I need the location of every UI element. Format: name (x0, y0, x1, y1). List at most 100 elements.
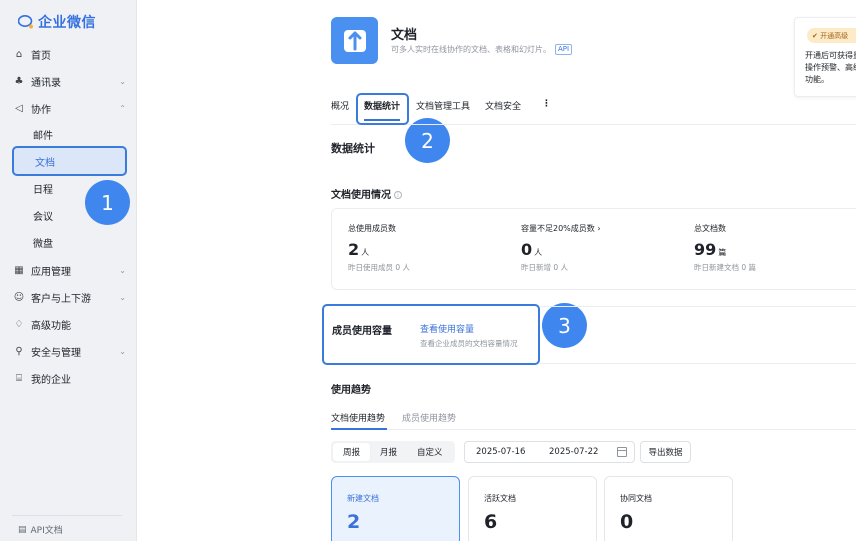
sidebar-item-label: 高级功能 (31, 320, 71, 332)
sidebar-item-customers[interactable]: ☺ 客户与上下游 ⌄ (12, 286, 130, 308)
metric-label: 协同文档 (620, 494, 652, 503)
sidebar-subitem-drive[interactable]: 微盘 (33, 232, 53, 252)
metric-value: 2 (347, 511, 361, 533)
upgrade-label: 开通高级 (820, 31, 849, 40)
chevron-down-icon: ⌄ (119, 76, 126, 86)
sidebar-subitem-meeting[interactable]: 会议 (33, 205, 53, 225)
stat-value-row: 0人 (521, 240, 601, 259)
brand-name: 企业微信 (38, 15, 96, 31)
tab-overview[interactable]: 概况 (331, 99, 349, 112)
tab-doc-trend[interactable]: 文档使用趋势 (331, 411, 385, 424)
chevron-down-icon: ⌄ (119, 265, 126, 275)
view-capacity-link[interactable]: 查看使用容量 (420, 322, 474, 335)
stat-total-members: 总使用成员数 2人 昨日使用成员 0 人 (348, 223, 410, 273)
sidebar-item-label: 协作 (31, 104, 51, 116)
stat-value-row: 99 篇 (694, 240, 756, 259)
promo-text: 开通后可获得量操作预警、高级功能。 (805, 51, 856, 84)
date-start: 2025-07-16 (476, 447, 526, 457)
page-description: 可多人实时在线协作的文档、表格和幻灯片。 API (391, 44, 573, 55)
more-icon[interactable]: ⋮ (542, 99, 551, 109)
tab-member-trend[interactable]: 成员使用趋势 (402, 411, 456, 424)
usage-title-text: 文档使用情况 (331, 190, 391, 201)
capacity-description: 查看企业成员的文档容量情况 (420, 339, 518, 348)
usage-title: 文档使用情况 i (331, 186, 402, 201)
metric-label: 新建文档 (347, 494, 379, 503)
capacity-card-background (540, 306, 856, 364)
stat-unit: 篇 (718, 248, 727, 257)
collab-icon: ◁ (15, 102, 23, 114)
trend-tabs-divider (331, 429, 856, 430)
stat-total-docs: 总文档数 99 篇 昨日新建文档 0 篇 (694, 223, 756, 273)
stat-value-row: 2人 (348, 240, 410, 259)
sidebar-item-company[interactable]: ⌸ 我的企业 (12, 367, 130, 389)
calendar-icon (617, 447, 627, 457)
metric-card-active-docs[interactable]: 活跃文档 6 (468, 476, 597, 541)
period-weekly[interactable]: 周报 (333, 443, 371, 461)
sidebar-item-label: 客户与上下游 (31, 293, 91, 305)
home-icon: ⌂ (15, 48, 23, 60)
docs-logo-icon (343, 29, 366, 52)
step-badge-1: 1 (85, 180, 130, 225)
metric-card-collab-docs[interactable]: 协同文档 0 (604, 476, 733, 541)
period-custom[interactable]: 自定义 (407, 443, 453, 461)
tabs-divider (331, 124, 856, 125)
stat-value: 99 (694, 240, 717, 259)
chevron-down-icon: ⌄ (119, 346, 126, 356)
chevron-down-icon: ⌄ (119, 292, 126, 302)
upgrade-button[interactable]: ✔ 开通高级 (807, 28, 856, 43)
stat-sub: 昨日新建文档 0 篇 (694, 263, 757, 272)
api-docs-link[interactable]: ▤ API文档 (18, 523, 63, 537)
metric-value: 0 (620, 511, 634, 533)
sidebar-subitem-mail[interactable]: 邮件 (33, 124, 53, 144)
sidebar-item-label: 我的企业 (31, 374, 71, 386)
stat-value: 0 (521, 240, 533, 259)
trend-title: 使用趋势 (331, 385, 371, 396)
advanced-icon: ♢ (14, 318, 24, 330)
metric-card-new-docs[interactable]: 新建文档 2 (331, 476, 460, 541)
period-selector: 周报 月报 自定义 (331, 441, 455, 463)
sidebar-item-contacts[interactable]: ♣ 通讯录 ⌄ (12, 70, 130, 92)
page-title: 文档 (391, 28, 418, 43)
chevron-up-icon: ⌃ (119, 103, 126, 113)
sidebar-item-label: 安全与管理 (31, 347, 81, 359)
sidebar-item-home[interactable]: ⌂ 首页 (12, 43, 130, 65)
sidebar-item-apps[interactable]: ▦ 应用管理 ⌄ (12, 259, 130, 281)
metric-value: 6 (484, 511, 498, 533)
tab-doc-security[interactable]: 文档安全 (485, 99, 521, 112)
sidebar-subitem-docs[interactable]: 文档 (12, 146, 127, 176)
tab-doc-tools[interactable]: 文档管理工具 (416, 99, 470, 112)
security-icon: ⚲ (15, 345, 23, 357)
sidebar-subitem-calendar[interactable]: 日程 (33, 178, 53, 198)
stat-sub: 昨日使用成员 0 人 (348, 263, 411, 272)
date-end: 2025-07-22 (549, 447, 599, 457)
capacity-title: 成员使用容量 (332, 326, 392, 337)
contacts-icon: ♣ (14, 75, 24, 87)
brand-logo[interactable]: 企业微信 (18, 12, 96, 32)
stat-label: 总使用成员数 (348, 224, 396, 233)
stat-low-capacity[interactable]: 容量不足20%成员数 › 0人 昨日新增 0 人 (521, 223, 601, 273)
sidebar-item-advanced[interactable]: ♢ 高级功能 (12, 313, 130, 335)
upgrade-icon: ✔ (812, 31, 821, 40)
info-icon[interactable]: i (394, 191, 402, 199)
export-button[interactable]: 导出数据 (640, 441, 691, 463)
customer-icon: ☺ (13, 291, 25, 303)
section-title: 数据统计 (331, 142, 375, 155)
stat-label: 总文档数 (694, 224, 726, 233)
sidebar-item-label: 通讯录 (31, 77, 61, 89)
capacity-card: 成员使用容量 查看使用容量 查看企业成员的文档容量情况 (322, 304, 540, 365)
sidebar-divider (12, 515, 122, 516)
sidebar-item-collab[interactable]: ◁ 协作 ⌃ (12, 97, 130, 119)
apps-icon: ▦ (14, 264, 24, 276)
promo-panel: ✔ 开通高级 开通后可获得量操作预警、高级功能。 (794, 17, 856, 97)
stat-unit: 人 (534, 248, 543, 257)
api-tag[interactable]: API (555, 44, 573, 55)
sidebar-item-security[interactable]: ⚲ 安全与管理 ⌄ (12, 340, 130, 362)
period-monthly[interactable]: 月报 (370, 443, 407, 461)
wecom-logo-icon (18, 15, 33, 29)
stat-unit: 人 (361, 248, 370, 257)
stat-value: 2 (348, 240, 360, 259)
sidebar: 企业微信 ⌂ 首页 ♣ 通讯录 ⌄ ◁ 协作 ⌃ 邮件 文档 日程 会议 微盘 … (0, 0, 137, 541)
date-range-picker[interactable]: 2025-07-16 2025-07-22 (464, 441, 635, 463)
description-text: 可多人实时在线协作的文档、表格和幻灯片。 (391, 45, 551, 54)
sidebar-item-label: 首页 (31, 50, 51, 62)
